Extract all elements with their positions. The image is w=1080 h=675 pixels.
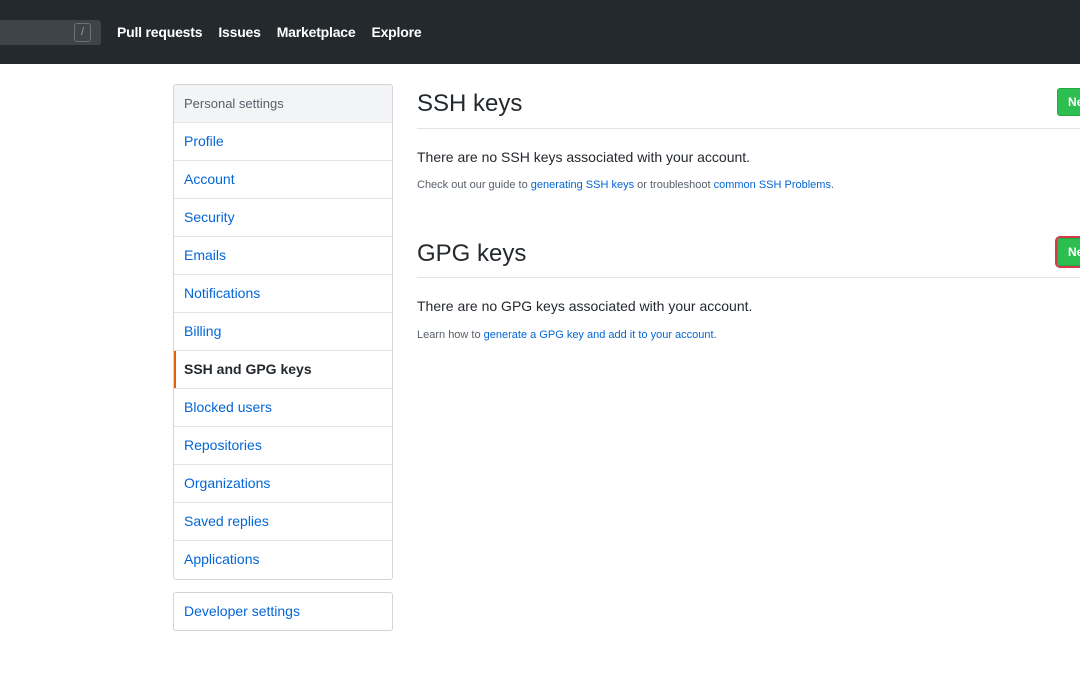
header-nav: Pull requests Issues Marketplace Explore [117, 0, 437, 64]
ssh-help-mid: or troubleshoot [634, 179, 714, 191]
new-ssh-key-button[interactable]: New SSH key [1057, 88, 1080, 116]
developer-settings-box: Developer settings [173, 592, 393, 631]
sidebar-item-ssh-gpg-keys[interactable]: SSH and GPG keys [174, 351, 392, 389]
sidebar-item-billing[interactable]: Billing [174, 313, 392, 351]
sidebar-item-security[interactable]: Security [174, 199, 392, 237]
nav-pull-requests[interactable]: Pull requests [117, 24, 203, 40]
sidebar-item-saved-replies[interactable]: Saved replies [174, 503, 392, 541]
search-shortcut-badge: / [74, 23, 91, 42]
sidebar-item-emails[interactable]: Emails [174, 237, 392, 275]
gpg-help-prefix: Learn how to [417, 329, 484, 341]
nav-marketplace[interactable]: Marketplace [277, 24, 356, 40]
sidebar-item-blocked-users[interactable]: Blocked users [174, 389, 392, 427]
nav-explore[interactable]: Explore [371, 24, 421, 40]
gpg-divider [417, 277, 1080, 278]
ssh-help-text: Check out our guide to generating SSH ke… [417, 179, 834, 191]
sidebar-item-account[interactable]: Account [174, 161, 392, 199]
generating-ssh-keys-link[interactable]: generating SSH keys [531, 179, 634, 191]
ssh-keys-title: SSH keys [417, 90, 523, 117]
sidebar-item-applications[interactable]: Applications [174, 541, 392, 579]
gpg-keys-title: GPG keys [417, 240, 527, 267]
gpg-help-text: Learn how to generate a GPG key and add … [417, 329, 717, 341]
common-ssh-problems-link[interactable]: common SSH Problems [714, 179, 831, 191]
sidebar-item-organizations[interactable]: Organizations [174, 465, 392, 503]
ssh-help-prefix: Check out our guide to [417, 179, 531, 191]
ssh-divider [417, 128, 1080, 129]
gpg-help-suffix: . [713, 329, 717, 341]
top-header: / Pull requests Issues Marketplace Explo… [0, 0, 1080, 64]
sidebar-item-notifications[interactable]: Notifications [174, 275, 392, 313]
settings-sidebar: Personal settings Profile Account Securi… [173, 84, 393, 580]
sidebar-item-repositories[interactable]: Repositories [174, 427, 392, 465]
sidebar-heading: Personal settings [174, 85, 392, 123]
sidebar-item-developer-settings[interactable]: Developer settings [174, 593, 392, 631]
ssh-blank-message: There are no SSH keys associated with yo… [417, 149, 751, 165]
gpg-blank-message: There are no GPG keys associated with yo… [417, 298, 753, 314]
new-gpg-key-button[interactable]: New GPG key [1055, 236, 1080, 268]
sidebar-item-profile[interactable]: Profile [174, 123, 392, 161]
ssh-help-suffix: . [830, 179, 835, 191]
nav-issues[interactable]: Issues [218, 24, 261, 40]
generate-gpg-key-link[interactable]: generate a GPG key and add it to your ac… [484, 329, 714, 341]
